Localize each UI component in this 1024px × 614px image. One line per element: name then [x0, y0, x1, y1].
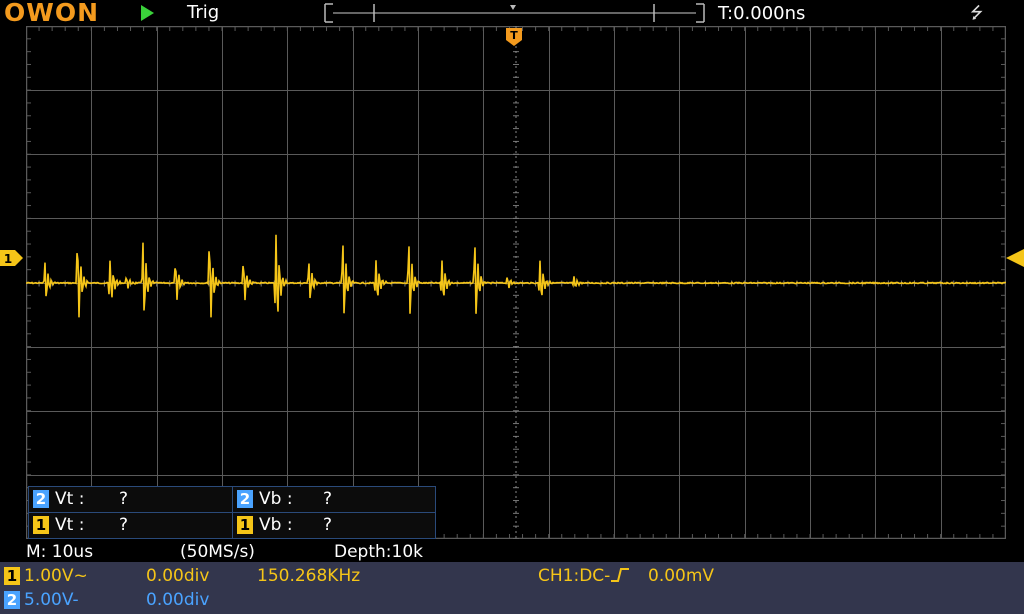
- rising-edge-icon: [611, 568, 630, 582]
- ch2-badge[interactable]: 2: [4, 591, 20, 609]
- ch1-badge: 1: [33, 516, 49, 534]
- brand-logo: OWON: [4, 0, 100, 27]
- trigger-level-marker[interactable]: [1004, 249, 1024, 267]
- measurement-cell-vb: 1 Vb : ?: [232, 513, 436, 538]
- measurement-label: Vb :: [259, 515, 293, 535]
- trigger-status: Trig: [187, 2, 220, 23]
- measurement-label: Vt :: [55, 515, 85, 535]
- timebase-scale[interactable]: M: 10us: [26, 542, 93, 562]
- measurement-value: ?: [323, 489, 333, 509]
- horizontal-offset: T:0.000ns: [718, 3, 806, 24]
- ch1-ground-marker[interactable]: 1: [0, 249, 24, 267]
- measurement-label: Vb :: [259, 489, 293, 509]
- measurement-value: ?: [119, 489, 129, 509]
- ch1-badge: 1: [237, 516, 253, 534]
- ch1-position: 0.00div: [146, 566, 210, 586]
- channel-status-bar: 1 1.00V~ 0.00div 150.268KHz CH1:DC- 0.00…: [0, 562, 1024, 614]
- trigger-source[interactable]: CH1:DC-: [538, 566, 630, 586]
- trigger-level: 0.00mV: [648, 566, 715, 586]
- memory-window-indicator[interactable]: [323, 2, 706, 24]
- ch1-volts-div[interactable]: 1.00V~: [24, 566, 88, 586]
- run-state-icon[interactable]: [141, 5, 154, 21]
- top-status-bar: OWON Trig T:0.000ns ⭍: [0, 0, 1024, 27]
- ch1-frequency: 150.268KHz: [257, 566, 361, 586]
- ch1-badge[interactable]: 1: [4, 567, 20, 585]
- measurement-cell-vt: 2 Vt : ?: [29, 487, 232, 512]
- usb-icon: ⭍: [970, 3, 984, 22]
- trigger-marker-label: T: [510, 29, 518, 42]
- sample-rate: (50MS/s): [180, 542, 255, 562]
- ch1-marker-label: 1: [4, 252, 12, 266]
- ch2-badge: 2: [33, 490, 49, 508]
- timebase-bar: M: 10us (50MS/s) Depth:10k: [0, 540, 1024, 562]
- measurement-row-ch1: 1 Vt : ? 1 Vb : ?: [29, 512, 435, 538]
- waveform-display[interactable]: T: [26, 26, 1006, 539]
- ch2-position: 0.00div: [146, 590, 210, 610]
- measurement-panel: 2 Vt : ? 2 Vb : ? 1 Vt : ? 1 Vb : ?: [28, 486, 436, 539]
- memory-depth: Depth:10k: [334, 542, 423, 562]
- ch2-volts-div[interactable]: 5.00V-: [24, 590, 79, 610]
- measurement-cell-vt: 1 Vt : ?: [29, 513, 232, 538]
- measurement-cell-vb: 2 Vb : ?: [232, 487, 436, 512]
- measurement-row-ch2: 2 Vt : ? 2 Vb : ?: [29, 487, 435, 512]
- measurement-value: ?: [119, 515, 129, 535]
- ch2-badge: 2: [237, 490, 253, 508]
- trigger-source-label: CH1:DC-: [538, 566, 611, 586]
- trigger-position-marker[interactable]: T: [506, 28, 522, 46]
- measurement-value: ?: [323, 515, 333, 535]
- trigger-position-icon: [510, 5, 516, 10]
- measurement-label: Vt :: [55, 489, 85, 509]
